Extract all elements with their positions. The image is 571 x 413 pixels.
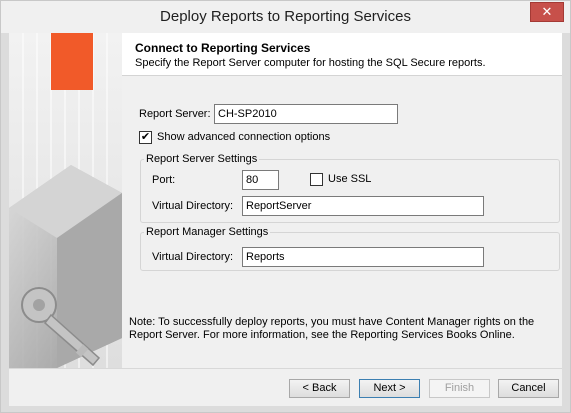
back-button[interactable]: < Back (289, 379, 350, 398)
side-panel (9, 33, 122, 368)
page-title: Connect to Reporting Services (135, 41, 311, 55)
server-vdir-input[interactable]: ReportServer (242, 196, 484, 216)
close-button[interactable]: ✕ (530, 2, 564, 22)
title-bar: Deploy Reports to Reporting Services ✕ (1, 1, 570, 33)
port-label: Port: (152, 174, 176, 186)
page-subtitle: Specify the Report Server computer for h… (135, 57, 486, 69)
port-input[interactable]: 80 (242, 170, 279, 190)
report-server-label: Report Server: (139, 108, 211, 120)
report-manager-settings-group: Report Manager Settings Virtual Director… (140, 226, 560, 271)
manager-vdir-input[interactable]: Reports (242, 247, 484, 267)
use-ssl-label[interactable]: Use SSL (328, 173, 371, 185)
finish-button[interactable]: Finish (429, 379, 490, 398)
cancel-button[interactable]: Cancel (498, 379, 559, 398)
use-ssl-checkbox[interactable] (310, 173, 323, 186)
report-server-input[interactable]: CH-SP2010 (214, 104, 398, 124)
wizard-window: Deploy Reports to Reporting Services ✕ C… (0, 0, 571, 413)
button-bar: < Back Next > Finish Cancel (9, 368, 562, 406)
next-button[interactable]: Next > (359, 379, 420, 398)
advanced-options-checkbox[interactable]: ✔ (139, 131, 152, 144)
advanced-options-label[interactable]: Show advanced connection options (157, 131, 330, 143)
window-title: Deploy Reports to Reporting Services (160, 8, 411, 25)
report-server-settings-title: Report Server Settings (144, 153, 260, 165)
report-manager-settings-title: Report Manager Settings (144, 226, 271, 238)
manager-vdir-label: Virtual Directory: (152, 251, 234, 263)
wizard-header: Connect to Reporting Services Specify th… (122, 33, 562, 76)
accent-block (51, 33, 93, 90)
server-vdir-label: Virtual Directory: (152, 200, 234, 212)
report-server-settings-group: Report Server Settings Port: 80 Use SSL … (140, 153, 560, 223)
wizard-content: Connect to Reporting Services Specify th… (122, 33, 562, 368)
side-banner-graphic (9, 33, 122, 368)
note-text: Note: To successfully deploy reports, yo… (129, 316, 535, 341)
